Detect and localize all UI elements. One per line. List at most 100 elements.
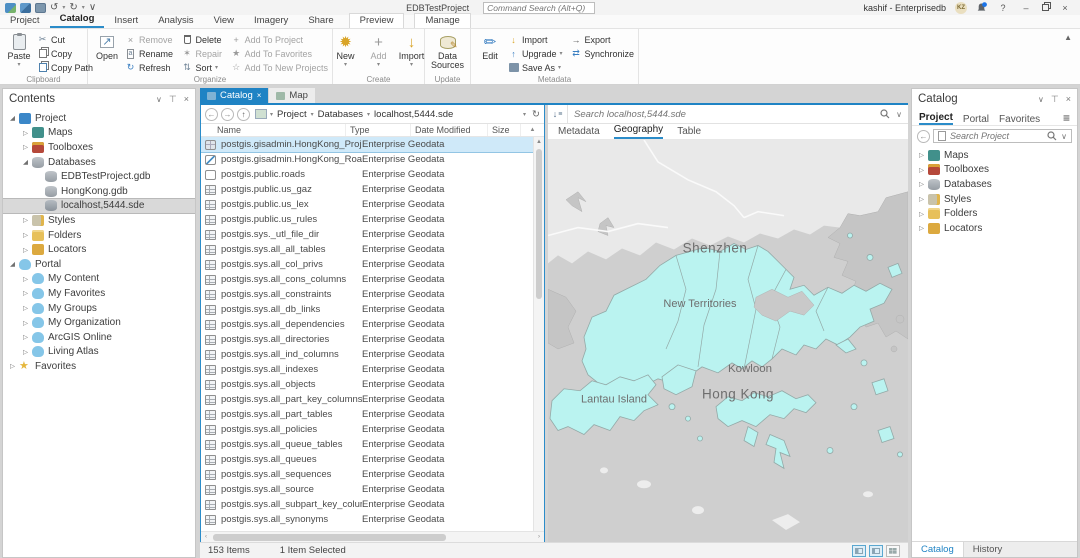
scroll-up-icon[interactable]: ▲ <box>521 124 544 136</box>
back-icon[interactable]: ← <box>205 108 218 121</box>
breadcrumb-connection[interactable]: localhost,5444.sde <box>373 109 454 120</box>
table-row[interactable]: postgis.sys.all_dependencies Enterprise … <box>201 317 533 332</box>
forward-icon[interactable]: → <box>221 108 234 121</box>
tree-item[interactable]: Locators <box>3 242 195 257</box>
panel-options-icon[interactable]: ≡ <box>1063 111 1070 125</box>
breadcrumb-dropdown-icon[interactable]: ▾ <box>311 111 314 118</box>
ribbon-tab-project[interactable]: Project <box>0 14 50 28</box>
minimize-button[interactable]: – <box>1019 3 1033 13</box>
breadcrumb-dropdown-icon[interactable]: ▾ <box>367 111 370 118</box>
metadata-synchronize-button[interactable]: ⇄Synchronize <box>570 47 634 60</box>
table-row[interactable]: postgis.sys.all_objects Enterprise Geoda… <box>201 377 533 392</box>
bottom-tab-catalog[interactable]: Catalog <box>912 542 964 557</box>
breadcrumb-project[interactable]: Project <box>276 109 308 120</box>
tree-item[interactable]: Project <box>3 111 195 126</box>
map-islet[interactable] <box>867 254 873 260</box>
catalog-pin-icon[interactable]: ⊤ <box>1051 94 1059 105</box>
expand-icon[interactable] <box>916 195 927 203</box>
import-button[interactable]: ↓ Import ▾ <box>397 31 427 69</box>
contents-menu-icon[interactable]: ∨ <box>156 95 162 104</box>
expand-icon[interactable] <box>20 246 31 254</box>
location-dropdown-icon[interactable]: ▾ <box>270 111 273 118</box>
column-size[interactable]: Size <box>488 124 521 136</box>
tree-item[interactable]: My Favorites <box>3 286 195 301</box>
catalog-menu-icon[interactable]: ∨ <box>1038 95 1044 104</box>
contents-close-icon[interactable]: × <box>184 94 189 104</box>
new-button[interactable]: ✹ New ▾ <box>331 31 361 69</box>
undo-dropdown-icon[interactable]: ▾ <box>62 4 65 11</box>
remove-button[interactable]: ×Remove <box>125 33 179 46</box>
redo-dropdown-icon[interactable]: ▾ <box>82 4 85 11</box>
map-islet[interactable] <box>851 404 857 410</box>
scrollbar-left-icon[interactable]: ‹ <box>201 534 211 540</box>
save-as-dropdown-icon[interactable]: ▾ <box>558 64 561 71</box>
rename-button[interactable]: aRename <box>125 47 179 60</box>
collapse-ribbon-icon[interactable]: ▲ <box>1056 29 1080 46</box>
tab-favorites[interactable]: Favorites <box>999 114 1040 125</box>
expand-icon[interactable] <box>20 348 31 356</box>
project-search-box[interactable]: ∨ <box>933 129 1072 143</box>
ribbon-tab-insert[interactable]: Insert <box>104 14 148 28</box>
table-row[interactable]: postgis.sys.all_synonyms Enterprise Geod… <box>201 512 533 527</box>
column-type[interactable]: Type <box>346 124 411 136</box>
sort-button[interactable]: ⇅Sort▾ <box>182 61 228 74</box>
preview-search-box[interactable]: ∨ <box>568 109 908 120</box>
ribbon-tab-view[interactable]: View <box>204 14 244 28</box>
expand-icon[interactable] <box>916 166 927 174</box>
tree-item[interactable]: localhost,5444.sde <box>3 199 195 214</box>
expand-icon[interactable] <box>916 210 927 218</box>
tree-item[interactable]: ArcGIS Online <box>3 330 195 345</box>
paste-button[interactable]: Paste ▾ <box>4 31 34 69</box>
tree-item[interactable]: My Content <box>3 272 195 287</box>
geography-preview-map[interactable]: Shenzhen New Territories Kowloon Hong Ko… <box>548 140 908 542</box>
table-row[interactable]: postgis.sys.all_subpart_key_colum... Ent… <box>201 497 533 512</box>
tree-item[interactable]: EDBTestProject.gdb <box>3 169 195 184</box>
project-search-input[interactable] <box>950 131 1043 141</box>
table-row[interactable]: postgis.sys._utl_file_dir Enterprise Geo… <box>201 227 533 242</box>
command-search-input[interactable] <box>487 3 591 13</box>
ribbon-tab-manage[interactable]: Manage <box>414 13 470 28</box>
location-icon[interactable] <box>255 109 267 119</box>
column-name[interactable]: Name <box>201 124 346 136</box>
tree-item[interactable]: Toolboxes <box>912 163 1077 178</box>
map-islet[interactable] <box>848 233 853 238</box>
tree-item[interactable]: Folders <box>912 206 1077 221</box>
table-row[interactable]: postgis.sys.all_source Enterprise Geodat… <box>201 482 533 497</box>
sort-order-icon[interactable]: ↓≡ <box>548 105 568 123</box>
tab-map-view[interactable]: Map <box>269 88 314 103</box>
add-to-new-projects-button[interactable]: ☆Add To New Projects <box>231 61 328 74</box>
data-sources-button[interactable]: Data Sources <box>429 31 466 71</box>
table-row[interactable]: postgis.sys.all_directories Enterprise G… <box>201 332 533 347</box>
avatar[interactable]: KZ <box>955 2 967 14</box>
contents-pin-icon[interactable]: ⊤ <box>169 94 177 105</box>
customize-qat-icon[interactable]: ∨ <box>89 3 96 13</box>
table-row[interactable]: postgis.sys.all_cons_columns Enterprise … <box>201 272 533 287</box>
import-dropdown-icon[interactable]: ▾ <box>410 61 413 68</box>
table-row[interactable]: postgis.sys.all_sequences Enterprise Geo… <box>201 467 533 482</box>
expand-icon[interactable] <box>20 129 31 137</box>
table-row[interactable]: postgis.public.us_gaz Enterprise Geodata <box>201 182 533 197</box>
tree-item[interactable]: Styles <box>912 192 1077 207</box>
ribbon-tab-share[interactable]: Share <box>298 14 343 28</box>
close-button[interactable]: × <box>1058 3 1072 13</box>
tree-item[interactable]: Living Atlas <box>3 345 195 360</box>
redo-icon[interactable]: ↻ <box>69 3 77 13</box>
table-row[interactable]: postgis.gisadmin.HongKong_Roads Enterpri… <box>201 152 533 167</box>
sort-dropdown-icon[interactable]: ▾ <box>215 64 218 71</box>
table-row[interactable]: postgis.sys.all_constraints Enterprise G… <box>201 287 533 302</box>
table-row[interactable]: postgis.public.us_lex Enterprise Geodata <box>201 197 533 212</box>
metadata-save-as-button[interactable]: Save As▾ <box>508 61 567 74</box>
address-dropdown-icon[interactable]: ▾ <box>523 111 526 118</box>
metadata-upgrade-button[interactable]: ↑Upgrade▾ <box>508 47 567 60</box>
ribbon-tab-analysis[interactable]: Analysis <box>148 14 203 28</box>
expand-icon[interactable] <box>916 224 927 232</box>
table-row[interactable]: postgis.sys.all_part_key_columns Enterpr… <box>201 392 533 407</box>
search-dropdown-icon[interactable]: ∨ <box>896 110 902 119</box>
expand-icon[interactable] <box>916 180 927 188</box>
tree-item[interactable]: HongKong.gdb <box>3 184 195 199</box>
map-islet[interactable] <box>827 447 833 453</box>
horizontal-scrollbar[interactable]: ‹ › <box>201 531 544 542</box>
expand-icon[interactable] <box>20 158 31 166</box>
expand-icon[interactable] <box>7 260 18 268</box>
map-islet[interactable] <box>669 404 675 410</box>
